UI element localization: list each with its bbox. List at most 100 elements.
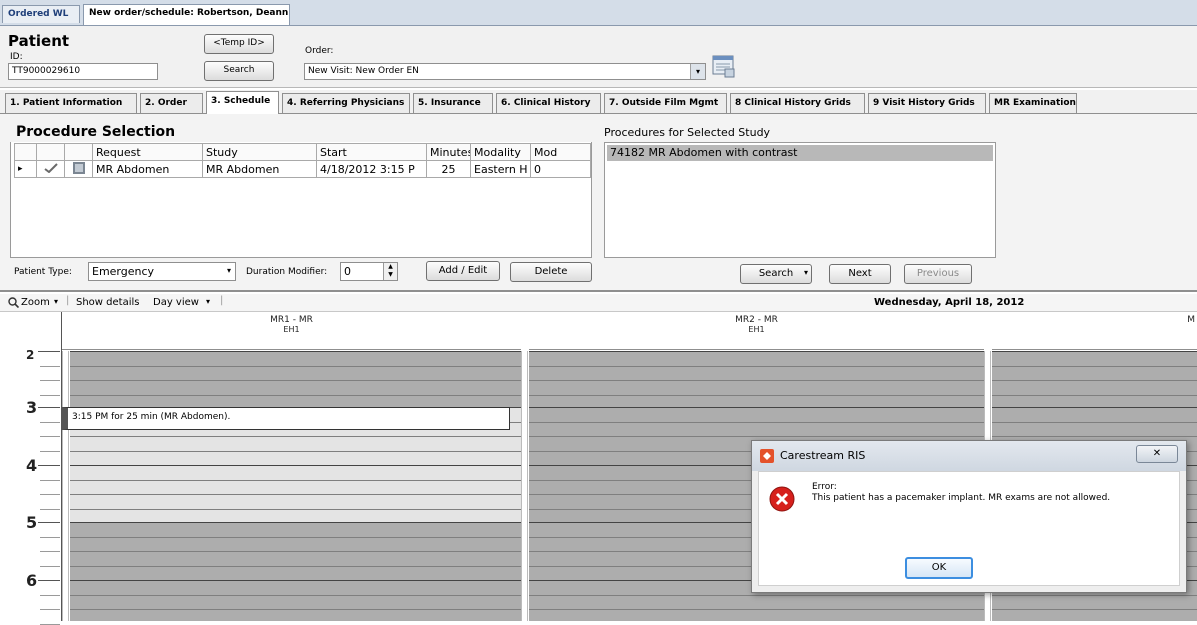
show-details-toggle[interactable]: Show details [76,297,139,308]
time-slot[interactable] [529,380,984,395]
tab-outside-film-mgmt[interactable]: 7. Outside Film Mgmt [604,93,727,113]
time-slot[interactable] [70,380,521,395]
col-header-minutes[interactable]: Minutes [426,143,471,161]
time-slot[interactable] [70,351,521,366]
doc-tab-ordered-wl[interactable]: Ordered WL [2,5,80,23]
time-slot[interactable] [992,351,1197,366]
resource-name: M [1187,315,1195,325]
procedures-for-study-title: Procedures for Selected Study [604,126,771,139]
patient-search-button[interactable]: Search [204,61,274,81]
time-slot[interactable] [529,351,984,366]
time-slot[interactable] [992,365,1197,380]
resource-header-m3[interactable]: M [992,312,1197,350]
patient-id-label: ID: [10,52,23,62]
tab-visit-history-grids[interactable]: 9 Visit History Grids [868,93,986,113]
order-label: Order: [305,46,334,56]
time-slot[interactable] [70,594,521,609]
error-icon [769,486,795,515]
zoom-icon[interactable] [8,297,20,311]
tab-order[interactable]: 2. Order [140,93,203,113]
schedule-toolbar: Zoom ▾ | Show details Day view ▾ | Wedne… [0,294,1197,312]
time-slot[interactable] [70,536,521,551]
tab-clinical-history[interactable]: 6. Clinical History [496,93,601,113]
time-slot[interactable] [529,594,984,609]
day-view-chevron-icon[interactable]: ▾ [206,297,210,306]
close-icon: ✕ [1152,448,1162,459]
patient-id-field[interactable]: TT9000029610 [8,63,158,80]
time-tick [40,365,60,367]
table-row[interactable]: ▸ MR Abdomen MR Abdomen 4/18/2012 3:15 P… [14,160,591,178]
order-detail-icon[interactable] [710,53,736,79]
dialog-body: Error: This patient has a pacemaker impl… [758,471,1180,586]
edit-check-icon[interactable] [36,160,65,178]
hour-label-6: 6 [26,571,38,590]
tab-insurance[interactable]: 5. Insurance [413,93,493,113]
col-header-start[interactable]: Start [316,143,427,161]
tab-clinical-history-grids[interactable]: 8 Clinical History Grids [730,93,865,113]
time-slot[interactable] [992,609,1197,621]
time-slot[interactable] [70,450,521,465]
order-select[interactable]: New Visit: New Order EN [304,63,706,80]
time-slot[interactable] [70,365,521,380]
time-slot[interactable] [70,508,521,523]
time-tick [40,551,60,552]
zoom-chevron-icon[interactable]: ▾ [54,297,58,306]
previous-button[interactable]: Previous [904,264,972,284]
col-header-modality[interactable]: Modality [470,143,531,161]
time-slot[interactable] [70,580,521,595]
tab-schedule[interactable]: 3. Schedule [206,91,279,114]
day-view-menu[interactable]: Day view [153,297,199,308]
time-slot[interactable] [529,365,984,380]
appointment-block[interactable]: 3:15 PM for 25 min (MR Abdomen). [62,407,510,430]
dialog-title-bar[interactable]: Carestream RIS ✕ [752,441,1186,471]
time-slot[interactable] [992,380,1197,395]
resource-name: MR2 - MR [735,315,778,325]
tab-referring-physicians[interactable]: 4. Referring Physicians [282,93,410,113]
time-tick [40,436,60,437]
resource-header-mr1[interactable]: MR1 - MR EH1 [62,312,521,350]
time-slot[interactable] [992,407,1197,422]
doc-tab-new-order-schedule[interactable]: New order/schedule: Robertson, Deann [83,4,290,25]
time-slot[interactable] [70,609,521,621]
col-header-mod[interactable]: Mod [530,143,591,161]
time-slot[interactable] [529,421,984,436]
procedures-search-button[interactable]: Search ▾ [740,264,812,284]
time-slot[interactable] [529,609,984,621]
col-header-request[interactable]: Request [92,143,203,161]
error-heading: Error: [812,482,837,492]
tab-mr-examination[interactable]: MR Examination [989,93,1077,113]
time-slot[interactable] [70,565,521,580]
resource-header-mr2[interactable]: MR2 - MR EH1 [529,312,984,350]
zoom-menu[interactable]: Zoom [21,297,50,308]
col-header-study[interactable]: Study [202,143,317,161]
delete-button[interactable]: Delete [510,262,592,282]
study-image-icon [64,160,93,178]
ok-button[interactable]: OK [905,557,973,579]
add-edit-button[interactable]: Add / Edit [426,261,500,281]
row-pointer-icon: ▸ [14,160,37,178]
procedures-search-label: Search [758,268,794,279]
time-slot[interactable] [70,479,521,494]
time-slot[interactable] [70,494,521,509]
search-dropdown-chevron-icon[interactable]: ▾ [804,268,808,277]
duration-spinner-icon[interactable]: ▲ ▼ [383,263,397,280]
time-slot[interactable] [992,594,1197,609]
list-item[interactable]: 74182 MR Abdomen with contrast [607,145,993,161]
time-slot[interactable] [70,551,521,566]
toolbar-divider: | [220,295,224,306]
time-slot[interactable] [529,407,984,422]
order-dropdown-chevron-icon[interactable]: ▾ [690,64,705,79]
patient-type-select[interactable]: Emergency ▾ [88,262,236,281]
schedule-date: Wednesday, April 18, 2012 [874,297,1025,308]
time-slot[interactable] [70,465,521,480]
dialog-close-button[interactable]: ✕ [1136,445,1178,463]
tab-patient-information[interactable]: 1. Patient Information [5,93,137,113]
cell-minutes: 25 [426,160,471,178]
temp-id-button[interactable]: <Temp ID> [204,34,274,54]
resource-column-mr1[interactable] [70,351,521,621]
time-slot[interactable] [992,421,1197,436]
time-slot[interactable] [70,436,521,451]
next-button[interactable]: Next [829,264,891,284]
patient-type-chevron-icon[interactable]: ▾ [227,266,231,275]
time-slot[interactable] [70,522,521,537]
